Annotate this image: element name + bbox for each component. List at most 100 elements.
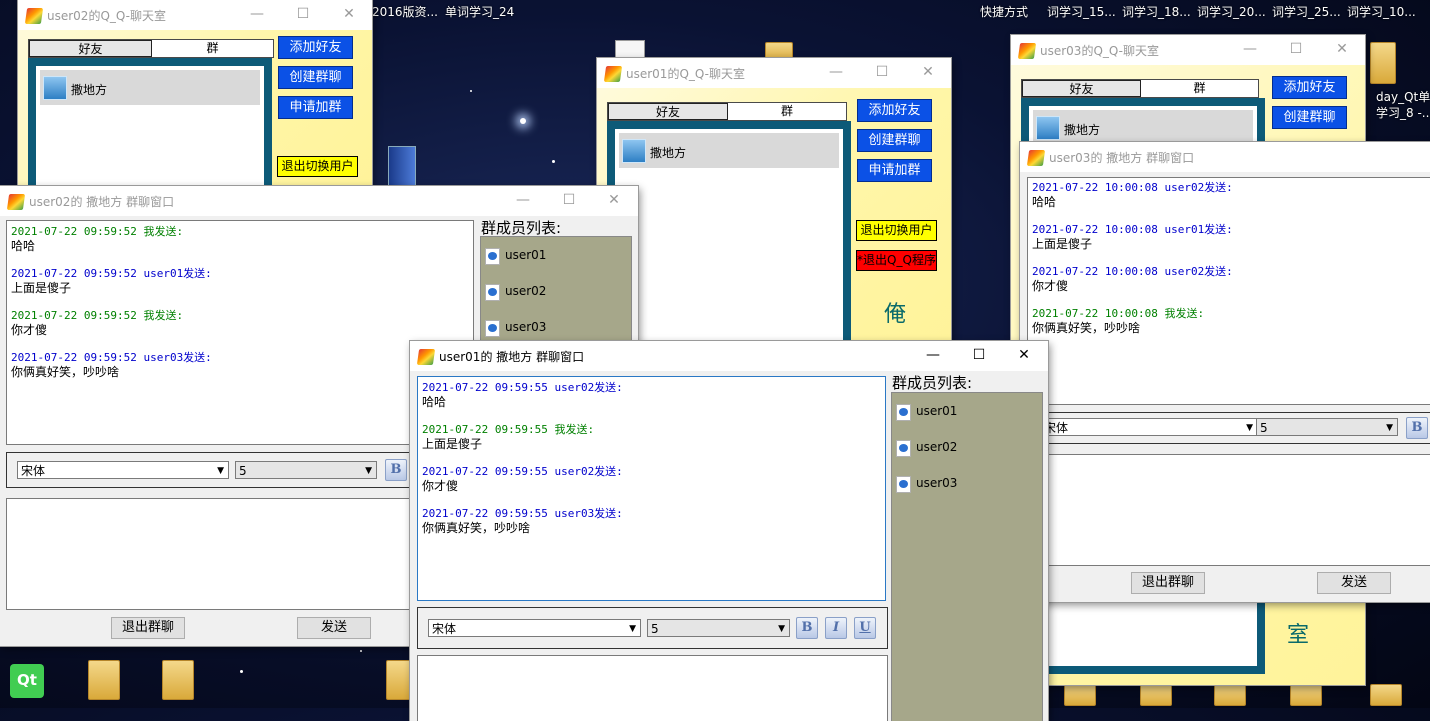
minimize-button[interactable]: — bbox=[246, 4, 268, 24]
minimize-button[interactable]: — bbox=[922, 345, 944, 365]
chevron-down-icon: ▼ bbox=[365, 466, 372, 476]
app-logo-icon bbox=[1017, 43, 1037, 59]
list-item[interactable]: 撒地方 bbox=[619, 133, 839, 168]
tab-groups[interactable]: 群 bbox=[152, 40, 273, 57]
underline-button[interactable]: U bbox=[854, 617, 876, 639]
message-display[interactable]: 2021-07-22 09:59:55 user02发送: 哈哈 2021-07… bbox=[417, 376, 886, 601]
close-button[interactable]: ✕ bbox=[603, 190, 625, 210]
tab-friends[interactable]: 好友 bbox=[29, 40, 152, 57]
add-friend-button[interactable]: 添加好友 bbox=[1272, 76, 1347, 99]
maximize-button[interactable]: ☐ bbox=[1285, 39, 1307, 59]
font-select[interactable]: 宋体 ▼ bbox=[17, 461, 229, 479]
join-group-button[interactable]: 申请加群 bbox=[278, 96, 353, 119]
minimize-button[interactable]: — bbox=[512, 190, 534, 210]
send-button[interactable]: 发送 bbox=[297, 617, 371, 639]
create-group-button[interactable]: 创建群聊 bbox=[1272, 106, 1347, 129]
folder-icon[interactable] bbox=[88, 660, 120, 700]
tab-groups[interactable]: 群 bbox=[1141, 80, 1258, 97]
create-group-button[interactable]: 创建群聊 bbox=[857, 129, 932, 152]
create-group-button[interactable]: 创建群聊 bbox=[278, 66, 353, 89]
add-friend-button[interactable]: 添加好友 bbox=[857, 99, 932, 122]
qt-creator-icon[interactable]: Qt bbox=[10, 664, 44, 698]
switch-user-button[interactable]: 退出切换用户 bbox=[277, 156, 358, 177]
maximize-button[interactable]: ☐ bbox=[871, 62, 893, 82]
desktop-label[interactable]: 单词学习_24 bbox=[445, 3, 514, 20]
size-value: 5 bbox=[1260, 421, 1268, 435]
close-button[interactable]: ✕ bbox=[1331, 39, 1353, 59]
folder-icon[interactable] bbox=[1370, 42, 1396, 84]
join-group-button[interactable]: 申请加群 bbox=[857, 159, 932, 182]
desktop-label[interactable]: 学习_8 -... bbox=[1376, 104, 1430, 121]
desktop-label[interactable]: 词学习_25... bbox=[1272, 3, 1341, 20]
folder-icon[interactable] bbox=[1214, 684, 1246, 706]
folder-icon[interactable] bbox=[386, 660, 412, 700]
star bbox=[552, 160, 555, 163]
window-title: user02的Q_Q-聊天室 bbox=[47, 9, 166, 23]
exit-program-button[interactable]: *退出Q_Q程序 bbox=[856, 250, 937, 271]
maximize-button[interactable]: ☐ bbox=[558, 190, 580, 210]
title-bar[interactable]: user01的Q_Q-聊天室 — ☐ ✕ bbox=[597, 58, 951, 88]
bold-button[interactable]: B bbox=[1406, 417, 1428, 439]
font-select[interactable]: 宋体 ▼ bbox=[1040, 418, 1258, 436]
folder-icon[interactable] bbox=[1370, 684, 1402, 706]
size-select[interactable]: 5 ▼ bbox=[1256, 418, 1398, 436]
bold-button[interactable]: B bbox=[796, 617, 818, 639]
folder-icon[interactable] bbox=[1064, 684, 1096, 706]
italic-button[interactable]: I bbox=[825, 617, 847, 639]
message-text: 你俩真好笑，吵吵啥 bbox=[422, 521, 531, 535]
title-bar[interactable]: user01的 撒地方 群聊窗口 — ☐ ✕ bbox=[410, 341, 1048, 371]
font-select[interactable]: 宋体 ▼ bbox=[428, 619, 641, 637]
title-bar[interactable]: user03的 撒地方 群聊窗口 bbox=[1020, 142, 1430, 172]
close-button[interactable]: ✕ bbox=[1013, 345, 1035, 365]
desktop-label[interactable]: 快捷方式 bbox=[980, 3, 1028, 20]
title-bar[interactable]: user02的Q_Q-聊天室 — ☐ ✕ bbox=[18, 0, 372, 30]
avatar bbox=[1036, 116, 1060, 140]
desktop-label[interactable]: 2016版资... bbox=[372, 3, 438, 20]
message-input[interactable] bbox=[417, 655, 888, 721]
desktop-label[interactable]: day_Qt单 bbox=[1376, 88, 1430, 105]
folder-icon[interactable] bbox=[162, 660, 194, 700]
message-display[interactable]: 2021-07-22 10:00:08 user02发送: 哈哈 2021-07… bbox=[1027, 177, 1430, 405]
title-bar[interactable]: user02的 撒地方 群聊窗口 — ☐ ✕ bbox=[0, 186, 638, 216]
close-button[interactable]: ✕ bbox=[338, 4, 360, 24]
message-input[interactable] bbox=[1027, 454, 1430, 566]
send-button[interactable]: 发送 bbox=[1317, 572, 1391, 594]
message-header: 2021-07-22 09:59:52 我发送: bbox=[11, 225, 184, 238]
desktop-label[interactable]: 词学习_15... bbox=[1047, 3, 1116, 20]
desktop-label[interactable]: 词学习_10... bbox=[1347, 3, 1416, 20]
app-logo-icon bbox=[603, 66, 623, 82]
star bbox=[360, 650, 362, 652]
tab-friends[interactable]: 好友 bbox=[1022, 80, 1141, 97]
leave-group-button[interactable]: 退出群聊 bbox=[1131, 572, 1205, 594]
maximize-button[interactable]: ☐ bbox=[292, 4, 314, 24]
book-icon[interactable] bbox=[388, 146, 416, 188]
leave-group-button[interactable]: 退出群聊 bbox=[111, 617, 185, 639]
chevron-down-icon: ▼ bbox=[1386, 423, 1393, 433]
minimize-button[interactable]: — bbox=[825, 62, 847, 82]
group-name: 撒地方 bbox=[650, 146, 687, 160]
message-header: 2021-07-22 10:00:08 user01发送: bbox=[1032, 223, 1233, 236]
size-select[interactable]: 5 ▼ bbox=[647, 619, 790, 637]
tab-friends[interactable]: 好友 bbox=[608, 103, 728, 120]
minimize-button[interactable]: — bbox=[1239, 39, 1261, 59]
desktop-label[interactable]: 词学习_18... bbox=[1122, 3, 1191, 20]
message-display[interactable]: 2021-07-22 09:59:52 我发送: 哈哈 2021-07-22 0… bbox=[6, 220, 474, 445]
chevron-down-icon: ▼ bbox=[1246, 423, 1253, 433]
maximize-button[interactable]: ☐ bbox=[968, 345, 990, 365]
message-header: 2021-07-22 09:59:52 user01发送: bbox=[11, 267, 212, 280]
size-select[interactable]: 5 ▼ bbox=[235, 461, 377, 479]
folder-icon[interactable] bbox=[1140, 684, 1172, 706]
message-text: 上面是傻子 bbox=[1032, 237, 1093, 251]
desktop-label[interactable]: 词学习_20... bbox=[1197, 3, 1266, 20]
list-item[interactable]: 撒地方 bbox=[1033, 110, 1253, 145]
bold-button[interactable]: B bbox=[385, 459, 407, 481]
add-friend-button[interactable]: 添加好友 bbox=[278, 36, 353, 59]
members-label: 群成员列表: bbox=[481, 219, 562, 237]
message-input[interactable] bbox=[6, 498, 476, 610]
list-item[interactable]: 撒地方 bbox=[40, 70, 260, 105]
title-bar[interactable]: user03的Q_Q-聊天室 — ☐ ✕ bbox=[1011, 35, 1365, 65]
close-button[interactable]: ✕ bbox=[917, 62, 939, 82]
tab-groups[interactable]: 群 bbox=[728, 103, 846, 120]
folder-icon[interactable] bbox=[1290, 684, 1322, 706]
switch-user-button[interactable]: 退出切换用户 bbox=[856, 220, 937, 241]
